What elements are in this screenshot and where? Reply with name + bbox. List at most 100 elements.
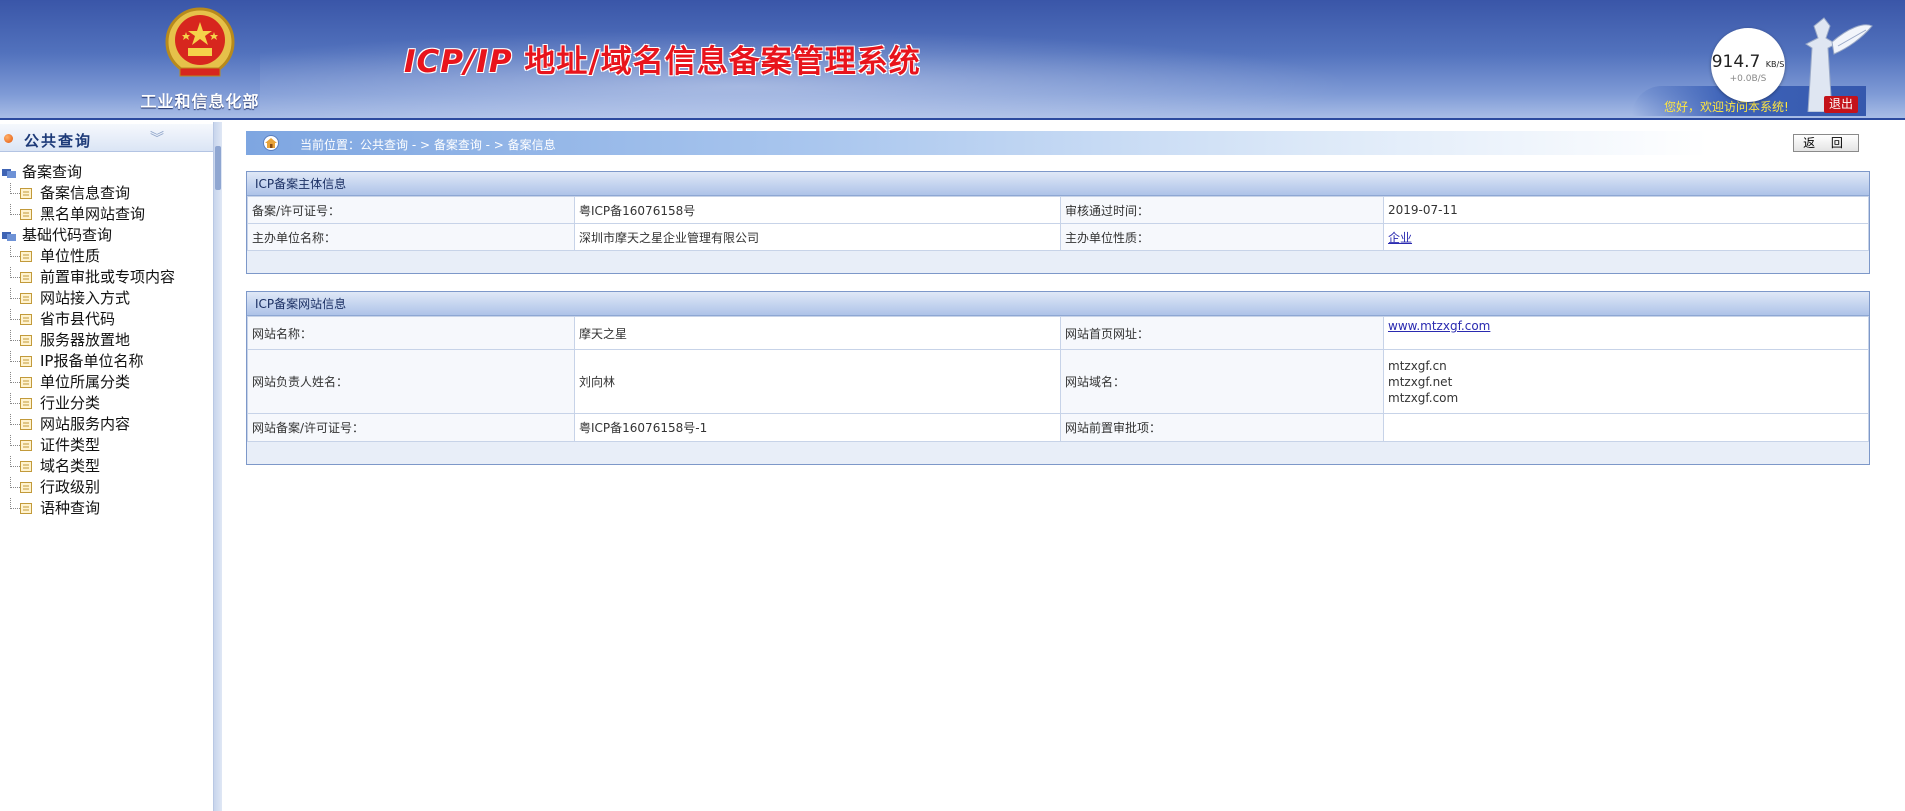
tree-item-pre-approval[interactable]: 前置审批或专项内容 [0,267,213,288]
ministry-name: 工业和信息化部 [140,92,260,111]
site-license-value: 粤ICP备16076158号-1 [574,413,1061,442]
icp-subject-panel: ICP备案主体信息 备案/许可证号： 粤ICP备16076158号 审核通过时间… [246,171,1870,274]
tree-item-access-method[interactable]: 网站接入方式 [0,288,213,309]
table-row: 备案/许可证号： 粤ICP备16076158号 审核通过时间： 2019-07-… [247,196,1869,224]
tree-item-label: 网站服务内容 [40,415,131,433]
document-icon [20,251,32,262]
site-name-label: 网站名称： [247,316,575,350]
table-row: 主办单位名称： 深圳市摩天之星企业管理有限公司 主办单位性质： 企业 [247,223,1869,251]
tree-group-label: 备案查询 [22,163,83,181]
tree-item-admin-level[interactable]: 行政级别 [0,477,213,498]
document-icon [20,419,32,430]
document-icon [20,503,32,514]
panel-title: ICP备案主体信息 [247,172,1869,196]
tree-item-label: 网站接入方式 [40,289,131,307]
homepage-label: 网站首页网址： [1060,316,1384,350]
app-title-latin: ICP/IP [404,44,513,80]
icp-site-panel: ICP备案网站信息 网站名称： 摩天之星 网站首页网址： www.mtzxgf.… [246,291,1870,465]
site-name-value: 摩天之星 [574,316,1061,350]
header-banner: 工业和信息化部 ICP/IP 地址/域名信息备案管理系统 您好，欢迎访问本系统!… [0,0,1905,120]
tree-item-blacklist-query[interactable]: 黑名单网站查询 [0,204,213,225]
panel-footer [247,442,1869,464]
splitter-handle[interactable] [215,146,221,190]
tree-item-label: 黑名单网站查询 [40,205,146,223]
speed-value: 914.7 KB/S [1711,52,1785,72]
homepage-link[interactable]: www.mtzxgf.com [1388,319,1490,333]
tree-item-label: IP报备单位名称 [40,352,144,370]
tree-item-industry[interactable]: 行业分类 [0,393,213,414]
domain-item: mtzxgf.net [1388,374,1453,389]
welcome-text: 您好，欢迎访问本系统! [1664,100,1789,114]
tree-group-record-query[interactable]: 备案查询 [0,162,213,183]
panel-footer [247,251,1869,273]
tree-item-record-info-query[interactable]: 备案信息查询 [0,183,213,204]
tree-item-service-content[interactable]: 网站服务内容 [0,414,213,435]
tree-item-label: 行业分类 [40,394,101,412]
domain-label: 网站域名： [1060,349,1384,414]
speed-sub: +0.0B/S [1729,74,1767,84]
app-title-rest: 地址/域名信息备案管理系统 [512,44,921,80]
tree-item-server-location[interactable]: 服务器放置地 [0,330,213,351]
logout-button[interactable]: 退出 [1824,96,1858,113]
subject-table: 备案/许可证号： 粤ICP备16076158号 审核通过时间： 2019-07-… [247,196,1869,251]
site-table: 网站名称： 摩天之星 网站首页网址： www.mtzxgf.com 网站负责人姓… [247,316,1869,442]
table-row: 网站备案/许可证号： 粤ICP备16076158号-1 网站前置审批项： [247,413,1869,442]
sidebar: 公共查询 ︾ 备案查询 备案信息查询 黑名单网站查询 基础代码查询 单位性质 前… [0,122,213,811]
tree-item-language[interactable]: 语种查询 [0,498,213,519]
document-icon [20,188,32,199]
org-type-link[interactable]: 企业 [1388,231,1412,245]
app-title: ICP/IP 地址/域名信息备案管理系统 [404,36,921,81]
domain-list: mtzxgf.cn mtzxgf.net mtzxgf.com [1383,349,1869,414]
sidebar-heading[interactable]: 公共查询 ︾ [0,124,213,152]
tree-item-id-type[interactable]: 证件类型 [0,435,213,456]
document-icon [20,440,32,451]
folder-group-icon [2,232,16,241]
document-icon [20,209,32,220]
tree-item-label: 行政级别 [40,478,101,496]
homepage-cell: www.mtzxgf.com [1383,316,1869,350]
nav-tree: 备案查询 备案信息查询 黑名单网站查询 基础代码查询 单位性质 前置审批或专项内… [0,162,213,519]
site-license-label: 网站备案/许可证号： [247,413,575,442]
back-button[interactable]: 返 回 [1793,134,1859,152]
tree-item-label: 服务器放置地 [40,331,131,349]
tree-group-base-code-query[interactable]: 基础代码查询 [0,225,213,246]
tree-item-label: 单位性质 [40,247,101,265]
domain-item: mtzxgf.com [1388,390,1459,405]
tree-item-domain-type[interactable]: 域名类型 [0,456,213,477]
document-icon [20,377,32,388]
document-icon [20,314,32,325]
breadcrumb-text: 当前位置：公共查询 - > 备案查询 - > 备案信息 [300,138,556,152]
tree-item-label: 证件类型 [40,436,101,454]
tree-item-unit-category[interactable]: 单位所属分类 [0,372,213,393]
document-icon [20,335,32,346]
approve-time-value: 2019-07-11 [1383,196,1869,224]
pre-approval-value [1383,413,1869,442]
national-emblem-icon [165,7,235,77]
home-icon[interactable] [262,135,280,151]
panel-title: ICP备案网站信息 [247,292,1869,316]
document-icon [20,482,32,493]
chevron-down-icon[interactable]: ︾ [150,128,164,148]
license-value: 粤ICP备16076158号 [574,196,1061,224]
owner-value: 刘向林 [574,349,1061,414]
tree-item-label: 省市县代码 [40,310,116,328]
document-icon [20,461,32,472]
tree-item-label: 前置审批或专项内容 [40,268,176,286]
approve-time-label: 审核通过时间： [1060,196,1384,224]
pre-approval-label: 网站前置审批项： [1060,413,1384,442]
sidebar-splitter[interactable] [213,122,222,811]
org-name-value: 深圳市摩天之星企业管理有限公司 [574,223,1061,251]
org-type-label: 主办单位性质： [1060,223,1384,251]
tree-item-unit-nature[interactable]: 单位性质 [0,246,213,267]
license-label: 备案/许可证号： [247,196,575,224]
owner-label: 网站负责人姓名： [247,349,575,414]
document-icon [20,398,32,409]
tree-item-ip-unit-name[interactable]: IP报备单位名称 [0,351,213,372]
tree-item-label: 单位所属分类 [40,373,131,391]
tree-item-label: 备案信息查询 [40,184,131,202]
document-icon [20,272,32,283]
org-name-label: 主办单位名称： [247,223,575,251]
tree-item-region-code[interactable]: 省市县代码 [0,309,213,330]
document-icon [20,293,32,304]
breadcrumb: 当前位置：公共查询 - > 备案查询 - > 备案信息 [246,131,1870,155]
